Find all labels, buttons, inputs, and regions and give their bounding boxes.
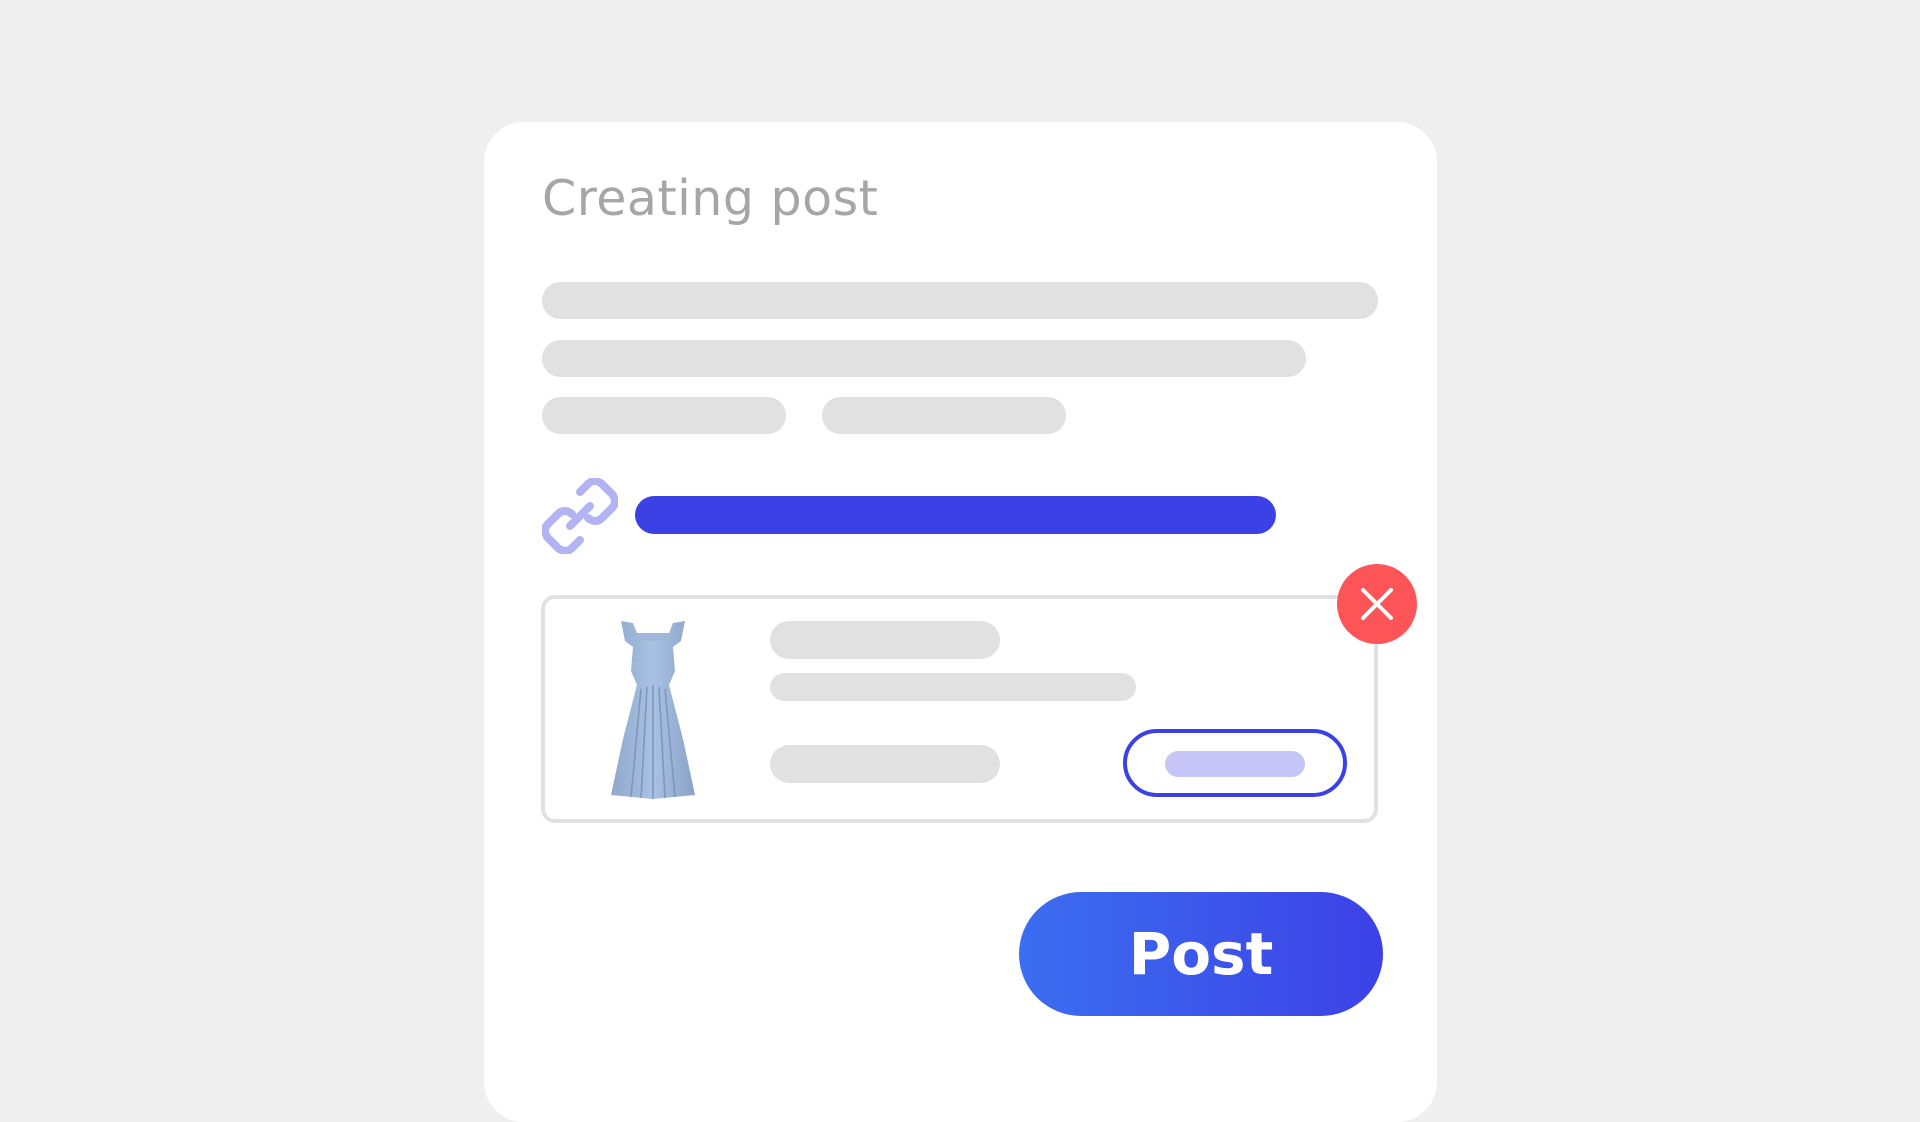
remove-attachment-button[interactable] xyxy=(1337,564,1417,644)
dress-image xyxy=(611,621,695,799)
text-placeholder-line xyxy=(542,340,1306,377)
product-title-placeholder xyxy=(770,621,1000,659)
product-price-placeholder xyxy=(770,745,1000,783)
text-placeholder-line xyxy=(542,282,1378,319)
product-action-button[interactable] xyxy=(1123,729,1347,797)
product-attachment xyxy=(541,595,1378,823)
product-action-label-placeholder xyxy=(1165,751,1305,777)
link-icon xyxy=(542,478,618,554)
product-description-placeholder xyxy=(770,673,1136,701)
tag-placeholder[interactable] xyxy=(542,397,786,434)
tag-placeholder[interactable] xyxy=(822,397,1066,434)
link-url-field[interactable] xyxy=(635,496,1276,534)
card-title: Creating post xyxy=(542,170,879,227)
close-icon xyxy=(1361,588,1393,620)
create-post-card: Creating post Post xyxy=(484,122,1437,1122)
post-button[interactable]: Post xyxy=(1019,892,1383,1016)
